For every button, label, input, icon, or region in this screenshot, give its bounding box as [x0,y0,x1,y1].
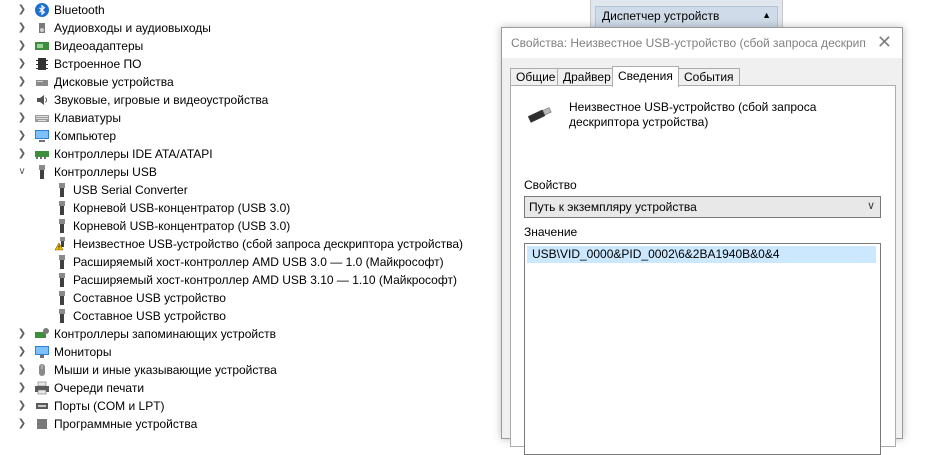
dialog-titlebar[interactable]: Свойства: Неизвестное USB-устройство (сб… [502,28,902,58]
usb-icon [39,165,45,179]
chevron-right-icon[interactable]: ❯ [17,397,27,415]
device-manager-item[interactable]: Диспетчер устройств ▲ [595,6,778,28]
usb-plug-icon [59,309,65,323]
speaker-icon [39,23,45,33]
mouse-icon [39,364,45,376]
device-manager-popup: Диспетчер устройств ▲ [590,0,783,28]
chevron-right-icon[interactable]: ❯ [17,343,27,361]
chevron-right-icon[interactable]: ❯ [17,379,27,397]
tree-item-label: Корневой USB-концентратор (USB 3.0) [73,219,291,233]
tree-item-label: Клавиатуры [54,111,121,125]
monitor-icon [35,346,49,358]
chevron-right-icon[interactable]: ❯ [17,415,27,433]
tree-item-label: Программные устройства [54,417,198,431]
close-icon[interactable]: ✕ [877,32,892,53]
tree-item-label: Мыши и иные указывающие устройства [54,363,277,377]
tab-details[interactable]: Сведения [612,66,679,87]
details-panel: Неизвестное USB-устройство (сбой запроса… [510,85,896,455]
properties-dialog: Свойства: Неизвестное USB-устройство (сб… [501,27,903,455]
keyboard-icon [35,115,49,122]
tree-item-label: Дисковые устройства [54,75,174,89]
bluetooth-icon [35,3,49,17]
caret-up-icon[interactable]: ▲ [762,10,771,20]
usb-plug-icon [59,183,65,197]
usb-plug-icon [59,291,65,305]
tree-item-label: Расширяемый хост-контроллер AMD USB 3.0 … [73,255,444,269]
sound-icon [37,95,47,105]
chevron-right-icon[interactable]: ❯ [17,1,27,19]
chevron-right-icon[interactable]: ❯ [17,91,27,109]
chevron-down-icon[interactable]: ∨ [17,163,27,181]
display-adapter-icon [35,42,49,50]
chevron-right-icon[interactable]: ❯ [17,55,27,73]
port-icon [36,403,48,409]
tree-item-label: Аудиовходы и аудиовыходы [54,21,211,35]
software-device-icon [37,419,47,429]
firmware-icon [36,58,48,70]
value-label: Значение [524,225,578,239]
chevron-right-icon[interactable]: ❯ [17,325,27,343]
property-select-value: Путь к экземпляру устройства [529,200,697,214]
dialog-title: Свойства: Неизвестное USB-устройство (сб… [511,36,866,50]
tree-item-label: Мониторы [54,345,112,359]
tree-item-label: Корневой USB-концентратор (USB 3.0) [73,201,291,215]
usb-device-icon [527,107,552,123]
tree-item-label: Звуковые, игровые и видеоустройства [54,93,269,107]
usb-plug-icon [59,201,65,215]
tree-item-label: Составное USB устройство [73,291,226,305]
tree-item-label: Компьютер [54,129,117,143]
tree-item-label: Расширяемый хост-контроллер AMD USB 3.10… [73,273,457,287]
tab-driver[interactable]: Драйвер [557,68,617,86]
value-list-item[interactable]: USB\VID_0000&PID_0002\6&2BA1940B&0&4 [527,246,876,263]
tree-item-label: Видеоадаптеры [54,39,144,53]
tree-item-label: Порты (COM и LPT) [54,399,165,413]
usb-plug-icon [59,273,65,287]
tree-item-label: Контроллеры запоминающих устройств [54,327,276,341]
property-label: Свойство [524,178,577,192]
value-listbox[interactable]: USB\VID_0000&PID_0002\6&2BA1940B&0&4 [524,243,881,455]
chevron-right-icon[interactable]: ❯ [17,37,27,55]
tree-item-label: Контроллеры IDE ATA/ATAPI [54,147,213,161]
usb-plug-icon [59,219,65,233]
tree-item-label: USB Serial Converter [73,183,188,197]
device-name: Неизвестное USB-устройство (сбой запроса… [569,100,817,129]
chevron-right-icon[interactable]: ❯ [17,19,27,37]
chevron-right-icon[interactable]: ❯ [17,145,27,163]
usb-plug-icon [59,255,65,269]
chevron-right-icon[interactable]: ❯ [17,127,27,145]
tab-events[interactable]: События [678,68,740,86]
chevron-right-icon[interactable]: ❯ [17,361,27,379]
chevron-right-icon[interactable]: ❯ [17,73,27,91]
device-manager-title: Диспетчер устройств [602,9,720,23]
chevron-down-icon[interactable]: ∨ [867,199,875,212]
tree-item-label: Контроллеры USB [54,165,157,179]
printer-icon [35,381,49,395]
tree-item-label: Составное USB устройство [73,309,226,323]
warning-usb-icon [55,237,65,251]
chevron-right-icon[interactable]: ❯ [17,109,27,127]
tree-item-label: Очереди печати [54,381,145,395]
storage-controller-icon [35,328,49,338]
disk-drive-icon [36,80,48,86]
tree-item-label: Bluetooth [54,3,105,17]
tree-item-label: Встроенное ПО [54,57,142,71]
property-select[interactable]: Путь к экземпляру устройства ∨ [524,196,881,218]
tree-item-label: Неизвестное USB-устройство (сбой запроса… [73,237,464,251]
computer-icon [35,130,49,142]
ide-controller-icon [35,151,49,159]
tab-general[interactable]: Общие [510,68,562,86]
